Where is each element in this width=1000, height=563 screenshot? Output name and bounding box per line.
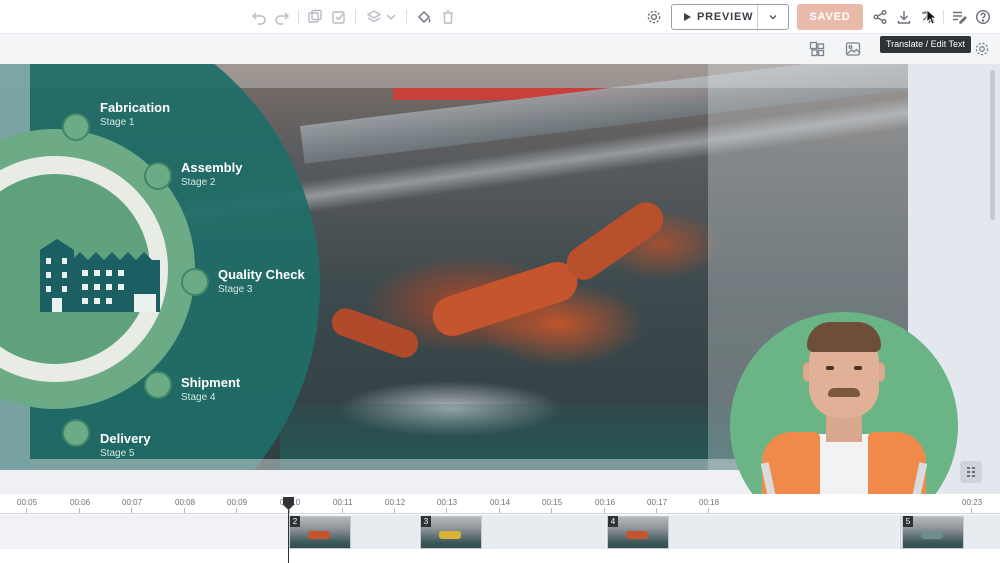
factory-building-icon[interactable]: [38, 236, 162, 312]
stage-node[interactable]: [62, 419, 90, 447]
stage-subtitle[interactable]: Stage 4: [181, 392, 215, 403]
stage-title[interactable]: Assembly: [181, 160, 242, 175]
toolbar-divider: [943, 10, 944, 24]
fill-icon[interactable]: [416, 9, 432, 25]
tick-label: 00:11: [333, 498, 353, 507]
tick-label: 00:16: [595, 498, 616, 507]
stage-title[interactable]: Delivery: [100, 431, 151, 446]
trash-icon[interactable]: [440, 9, 456, 25]
top-toolbar: PREVIEW SAVED: [0, 0, 1000, 34]
thumbnail-detail: [308, 531, 330, 539]
thumbnail-detail: [439, 531, 461, 539]
settings-icon[interactable]: [646, 9, 662, 25]
toolbar-divider: [298, 10, 299, 24]
tick-mark: [236, 508, 237, 513]
help-icon[interactable]: [975, 9, 991, 25]
tick-mark: [342, 508, 343, 513]
stage-subtitle[interactable]: Stage 2: [181, 177, 215, 188]
playhead-line[interactable]: [288, 510, 289, 563]
stage-subtitle[interactable]: Stage 5: [100, 448, 134, 459]
duplicate-icon[interactable]: [307, 9, 323, 25]
scene-number-badge: 4: [608, 516, 618, 527]
undo-icon[interactable]: [251, 9, 267, 25]
share-icon[interactable]: [872, 9, 888, 25]
stage-subtitle[interactable]: Stage 3: [218, 284, 252, 295]
mouse-cursor-icon: [926, 9, 936, 25]
avatar-eye: [826, 366, 834, 370]
tick-label: 00:15: [542, 498, 563, 507]
avatar-mustache: [828, 388, 860, 397]
image-icon[interactable]: [845, 41, 861, 57]
tick-mark: [26, 508, 27, 513]
thumbnail-detail: [921, 531, 943, 539]
canvas-toolbar: [0, 34, 1000, 64]
settings-icon[interactable]: [974, 41, 990, 57]
download-icon[interactable]: [896, 9, 912, 25]
stage-node[interactable]: [144, 162, 172, 190]
tick-label: 00:13: [437, 498, 458, 507]
tick-mark: [656, 508, 657, 513]
tick-label: 00:18: [699, 498, 720, 507]
tick-label: 00:09: [227, 498, 248, 507]
tick-label: 00:07: [122, 498, 143, 507]
stage-title[interactable]: Fabrication: [100, 100, 170, 115]
preview-options-chevron-icon[interactable]: [758, 11, 788, 23]
copy-style-icon[interactable]: [331, 9, 347, 25]
tick-label: 00:23: [962, 498, 983, 507]
layout-icon[interactable]: [809, 41, 825, 57]
chevron-down-icon[interactable]: [383, 9, 399, 25]
tick-mark: [499, 508, 500, 513]
stage-title[interactable]: Shipment: [181, 375, 240, 390]
tick-label: 00:12: [385, 498, 406, 507]
play-icon: [684, 13, 691, 21]
tick-mark: [551, 508, 552, 513]
redo-icon[interactable]: [274, 9, 290, 25]
timeline-footer: [0, 549, 1000, 563]
stage-node[interactable]: [144, 371, 172, 399]
tick-mark: [446, 508, 447, 513]
tick-label: 00:17: [647, 498, 668, 507]
grid-toggle-button[interactable]: [960, 461, 982, 483]
scene-number-badge: 5: [903, 516, 913, 527]
tick-mark: [79, 508, 80, 513]
tick-mark: [394, 508, 395, 513]
toolbar-divider: [406, 10, 407, 24]
editor-root: PREVIEW SAVED Fabrication Stage 1 Assemb…: [0, 0, 1000, 563]
layers-icon[interactable]: [366, 9, 382, 25]
tick-label: 00:08: [175, 498, 196, 507]
thumbnail-detail: [626, 531, 648, 539]
tick-label: 00:14: [490, 498, 511, 507]
preview-button[interactable]: PREVIEW: [671, 4, 789, 30]
preview-label: PREVIEW: [697, 11, 754, 23]
tick-mark: [604, 508, 605, 513]
avatar-eye: [854, 366, 862, 370]
stage-node[interactable]: [62, 113, 90, 141]
tick-label: 00:06: [70, 498, 91, 507]
tick-mark: [708, 508, 709, 513]
preview-main[interactable]: PREVIEW: [672, 5, 758, 29]
timeline-ruler[interactable]: 00:05 00:06 00:07 00:08 00:09 00:10 00:1…: [0, 494, 1000, 514]
canvas-scrollbar[interactable]: [990, 70, 995, 220]
saved-button[interactable]: SAVED: [797, 4, 863, 30]
tick-label: 00:05: [17, 498, 38, 507]
toolbar-divider: [355, 10, 356, 24]
tooltip: Translate / Edit Text: [880, 36, 972, 53]
tick-mark: [971, 508, 972, 513]
stage-title[interactable]: Quality Check: [218, 267, 305, 282]
scene-number-badge: 3: [421, 516, 431, 527]
dots-icon: [967, 467, 975, 477]
stage-subtitle[interactable]: Stage 1: [100, 117, 134, 128]
avatar-hair: [807, 322, 881, 352]
tick-mark: [184, 508, 185, 513]
tick-mark: [131, 508, 132, 513]
script-icon[interactable]: [951, 9, 967, 25]
scene-number-badge: 2: [290, 516, 300, 527]
stage-node[interactable]: [181, 268, 209, 296]
